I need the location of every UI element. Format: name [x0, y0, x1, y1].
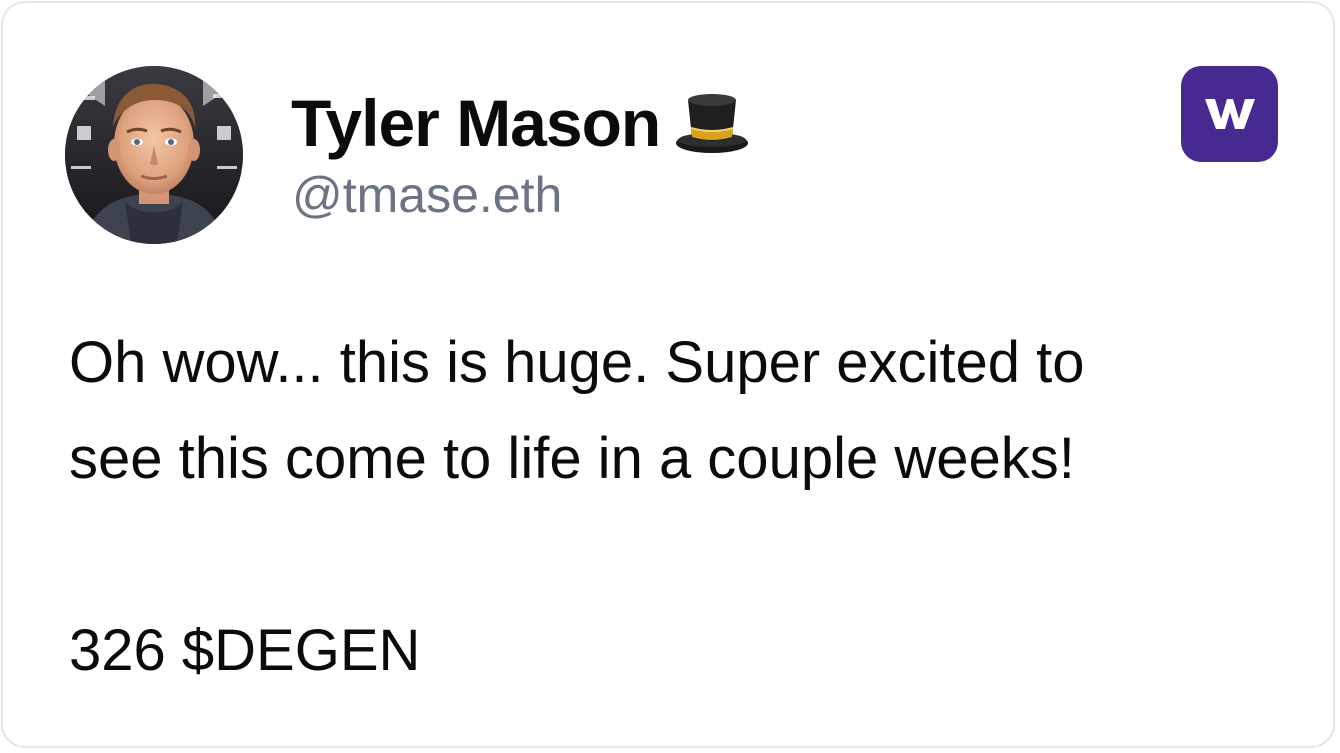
- author-display-name[interactable]: Tyler Mason: [291, 85, 661, 161]
- top-hat-icon: [674, 90, 750, 156]
- author-handle[interactable]: @tmase.eth: [292, 166, 562, 224]
- post-body: Oh wow... this is huge. Super excited to…: [69, 315, 1299, 699]
- avatar-photo: [65, 66, 243, 244]
- author-name-row: Tyler Mason: [291, 83, 750, 163]
- warpcast-logo-icon[interactable]: [1181, 66, 1278, 162]
- cast-card: Tyler Mason @tmase.eth Oh wow... this is…: [1, 1, 1335, 748]
- post-line: see this come to life in a couple weeks!: [69, 426, 1075, 491]
- w-glyph: [1204, 99, 1255, 129]
- degen-tip-amount: 326 $DEGEN: [69, 618, 421, 683]
- post-line: Oh wow... this is huge. Super excited to: [69, 330, 1085, 395]
- avatar[interactable]: [65, 66, 243, 244]
